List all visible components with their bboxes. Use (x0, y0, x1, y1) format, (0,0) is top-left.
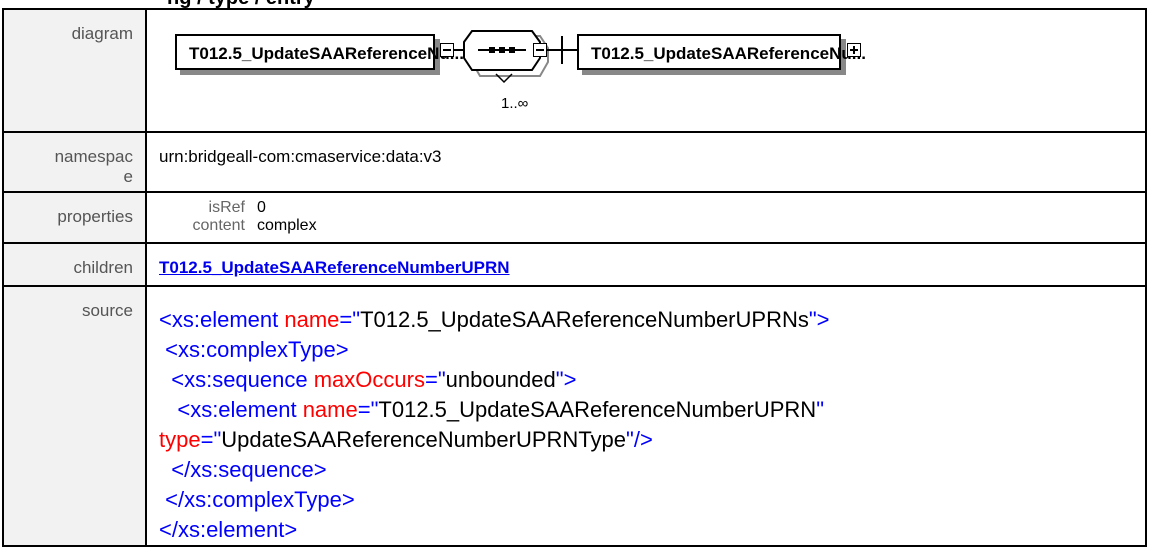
source-line-2: <xs:complexType> (165, 337, 349, 362)
collapse-icon[interactable] (440, 43, 454, 57)
property-key-isref: isRef (208, 199, 245, 216)
source-line-6: </xs:sequence> (171, 457, 327, 482)
properties-row: properties isRef 0 content complex (2, 191, 1147, 244)
source-label: source (2, 285, 147, 547)
sequence-compositor-icon (463, 30, 549, 84)
child-element-box[interactable]: T012.5_UpdateSAAReferenceNu... (577, 34, 866, 70)
parent-element-name: T012.5_UpdateSAAReferenceNu... (189, 44, 464, 63)
connector-line (547, 49, 561, 51)
properties-cell: isRef 0 content complex (145, 191, 1147, 244)
xml-source-code: <xs:element name="T012.5_UpdateSAARefere… (159, 301, 1145, 545)
property-key-content: content (192, 217, 245, 234)
property-value-content: complex (257, 217, 317, 234)
child-element-name: T012.5_UpdateSAAReferenceNu... (591, 44, 866, 63)
connector-line (561, 49, 577, 51)
source-line-3: <xs:sequence maxOccurs="unbounded"> (171, 367, 577, 392)
diagram-label: diagram (2, 8, 147, 133)
source-line-5: type="UpdateSAAReferenceNumberUPRNType"/… (159, 427, 653, 452)
children-row: children T012.5_UpdateSAAReferenceNumber… (2, 242, 1147, 287)
source-line-4: <xs:element name="T012.5_UpdateSAARefere… (177, 397, 824, 422)
child-element-link[interactable]: T012.5_UpdateSAAReferenceNumberUPRN (159, 258, 510, 277)
namespace-value: urn:bridgeall-com:cmaservice:data:v3 (145, 131, 1147, 193)
source-cell: <xs:element name="T012.5_UpdateSAARefere… (145, 285, 1147, 547)
sequence-collapse-icon[interactable] (533, 43, 547, 57)
element-documentation-table: diagram T012.5_UpdateSAAReferenceNu... T… (2, 8, 1147, 547)
schema-diagram: T012.5_UpdateSAAReferenceNu... T012.5_Up… (147, 10, 1145, 120)
children-label: children (2, 242, 147, 287)
namespace-row: namespac e urn:bridgeall-com:cmaservice:… (2, 131, 1147, 193)
source-line-7: </xs:complexType> (165, 487, 355, 512)
parent-element-box[interactable]: T012.5_UpdateSAAReferenceNu... (175, 34, 464, 70)
children-cell: T012.5_UpdateSAAReferenceNumberUPRN (145, 242, 1147, 287)
source-line-8: </xs:element> (159, 517, 298, 542)
expand-icon[interactable] (847, 43, 861, 57)
source-row: source <xs:element name="T012.5_UpdateSA… (2, 285, 1147, 547)
namespace-label: namespac e (2, 131, 147, 193)
occurrence-label: 1..∞ (501, 95, 529, 112)
properties-label: properties (2, 191, 147, 244)
diagram-cell: T012.5_UpdateSAAReferenceNu... T012.5_Up… (145, 8, 1147, 133)
property-value-isref: 0 (257, 199, 266, 216)
source-line-1: <xs:element name="T012.5_UpdateSAARefere… (159, 307, 830, 332)
properties-list: isRef 0 content complex (159, 199, 1145, 235)
diagram-row: diagram T012.5_UpdateSAAReferenceNu... T… (2, 8, 1147, 133)
